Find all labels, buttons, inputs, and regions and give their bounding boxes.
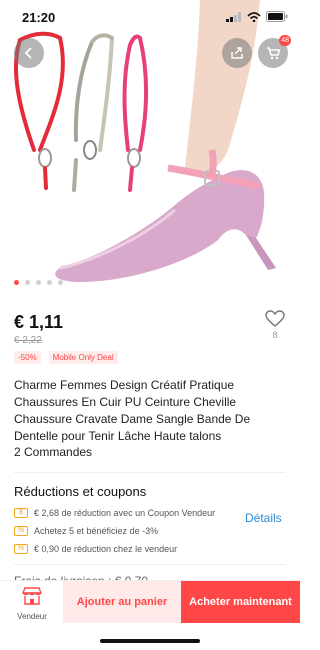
cart-button[interactable]: 48: [258, 35, 291, 68]
divider: [14, 564, 286, 565]
coupons-section-title: Réductions et coupons: [14, 484, 147, 499]
orders-count: 2 Commandes: [14, 445, 93, 459]
add-to-cart-button[interactable]: Ajouter au panier: [63, 581, 181, 623]
original-price: € 2,22: [14, 335, 42, 346]
silver-strap-illustration: [72, 33, 114, 192]
gallery-pagination: [14, 280, 63, 285]
vendor-label: Vendeur: [17, 612, 47, 621]
share-icon: [231, 47, 243, 59]
mobile-deal-tag: Mobile Only Deal: [48, 351, 118, 364]
cart-count-badge: 48: [279, 35, 291, 46]
status-time: 21:20: [22, 10, 56, 25]
heel-illustration: [246, 235, 276, 270]
coupon-percent-icon: %: [14, 544, 28, 554]
pagination-dot[interactable]: [14, 280, 19, 285]
coupon-text: Achetez 5 et bénéficiez de -3%: [34, 526, 159, 536]
buy-now-button[interactable]: Acheter maintenant: [181, 581, 300, 623]
discount-tag: -50%: [14, 351, 41, 364]
battery-icon: [266, 11, 288, 22]
product-photo: [13, 0, 276, 282]
shoe-illustration: [55, 170, 265, 282]
pagination-dot[interactable]: [36, 280, 41, 285]
coupon-percent-icon: %: [14, 526, 28, 536]
price-tags: -50% Mobile Only Deal: [14, 351, 118, 364]
status-bar: 21:20: [0, 0, 300, 34]
pagination-dot[interactable]: [47, 280, 52, 285]
wifi-icon: [247, 11, 261, 22]
cart-icon: [266, 47, 281, 60]
pink-strap-illustration: [122, 34, 149, 192]
coupon-item: $ € 2,68 de réduction avec un Coupon Ven…: [14, 504, 244, 522]
coupon-text: € 0,90 de réduction chez le vendeur: [34, 544, 178, 554]
signal-icon: [226, 11, 241, 22]
wishlist-count: 8: [272, 330, 278, 340]
chevron-left-icon: [24, 47, 32, 59]
current-price: € 1,11: [14, 312, 64, 332]
store-icon: [21, 587, 43, 605]
status-icons: [226, 11, 288, 22]
pagination-dot[interactable]: [58, 280, 63, 285]
bottom-action-bar: Vendeur Ajouter au panier Acheter mainte…: [0, 580, 300, 650]
pagination-dot[interactable]: [25, 280, 30, 285]
coupon-dollar-icon: $: [14, 508, 28, 518]
coupons-details-link[interactable]: Détails: [245, 511, 282, 525]
coupon-text: € 2,68 de réduction avec un Coupon Vende…: [34, 508, 216, 518]
share-button[interactable]: [222, 38, 252, 68]
home-indicator: [100, 639, 200, 643]
product-title: Charme Femmes Design Créatif Pratique Ch…: [14, 378, 251, 443]
coupon-item: % € 0,90 de réduction chez le vendeur: [14, 540, 244, 558]
heart-icon: [265, 310, 285, 327]
coupon-list[interactable]: $ € 2,68 de réduction avec un Coupon Ven…: [14, 504, 244, 558]
coupon-item: % Achetez 5 et bénéficiez de -3%: [14, 522, 244, 540]
divider: [14, 472, 286, 473]
back-button[interactable]: [14, 38, 44, 68]
vendor-button[interactable]: Vendeur: [8, 587, 56, 621]
product-image[interactable]: 21:20 48: [0, 0, 300, 292]
